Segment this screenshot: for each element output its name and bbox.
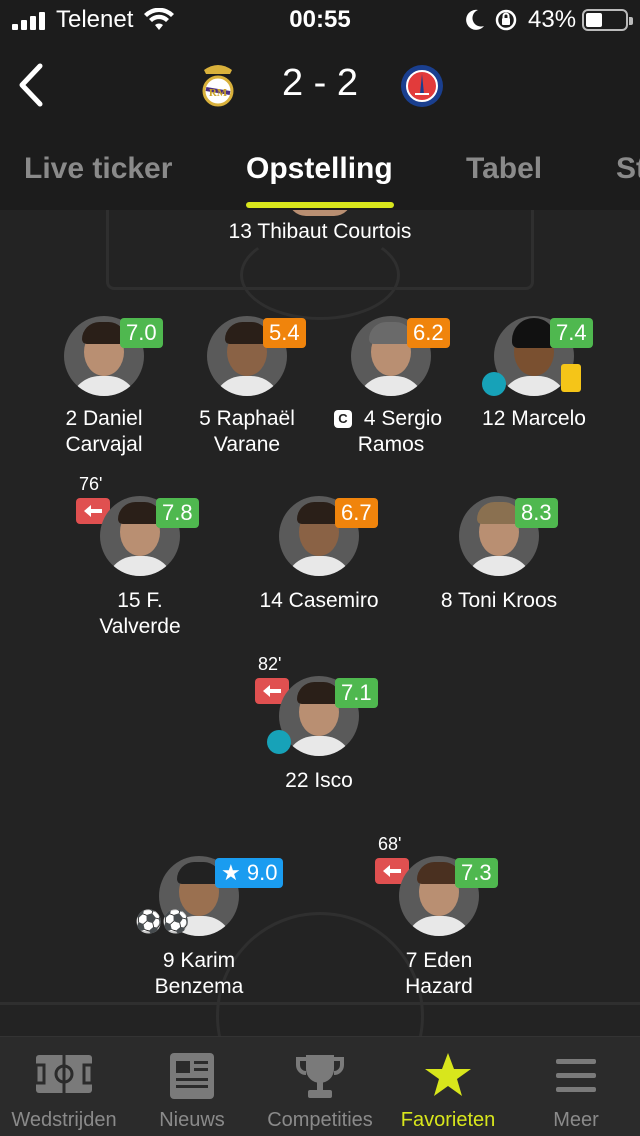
rating-badge: 7.3 <box>455 858 498 888</box>
halfway-line <box>0 1002 640 1005</box>
nav-competities[interactable]: Competities <box>256 1037 384 1136</box>
nav-wedstrijden[interactable]: Wedstrijden <box>0 1037 128 1136</box>
player-name: 15 F. <box>117 589 163 612</box>
status-bar: Telenet 00:55 43% <box>0 0 640 40</box>
assist-boot-icon <box>482 372 506 396</box>
rating-badge: ★ 9.0 <box>215 858 284 888</box>
substitution-minute: 82' <box>258 654 282 674</box>
match-header: RM 2 - 2 <box>0 40 640 140</box>
player-name: 22 Isco <box>285 769 353 792</box>
player-valverde[interactable]: 76' 7.8 15 F. Valverde <box>55 474 225 638</box>
player-name: Hazard <box>405 975 473 998</box>
rating-badge: 8.3 <box>515 498 558 528</box>
assist-boot-icon <box>267 730 291 754</box>
nav-label: Favorieten <box>400 1109 496 1131</box>
nav-nieuws[interactable]: Nieuws <box>128 1037 256 1136</box>
do-not-disturb-icon <box>466 9 484 30</box>
battery-percentage: 43% <box>528 6 577 33</box>
player-benzema[interactable]: ★ 9.0 ⚽⚽ 9 Karim Benzema <box>114 834 284 998</box>
psg-crest-icon[interactable] <box>400 64 444 108</box>
player-name: 14 Casemiro <box>259 589 379 612</box>
substitution-minute: 68' <box>378 834 402 854</box>
trophy-icon <box>296 1055 344 1098</box>
nav-favorieten[interactable]: Favorieten <box>384 1037 512 1136</box>
nav-label: Nieuws <box>159 1109 225 1131</box>
player-marcelo[interactable]: 7.4 12 Marcelo <box>449 316 619 456</box>
bottom-navigation: Wedstrijden Nieuws Competities Favoriete… <box>0 1036 640 1136</box>
rating-badge: 7.8 <box>156 498 199 528</box>
match-score: 2 - 2 <box>281 62 359 104</box>
menu-icon <box>556 1059 596 1092</box>
back-arrow-icon[interactable] <box>14 62 54 108</box>
star-icon: ★ <box>221 860 241 885</box>
svg-text:RM: RM <box>209 87 228 99</box>
rating-badge: 7.1 <box>335 678 378 708</box>
player-name: Benzema <box>154 975 244 998</box>
player-isco[interactable]: 82' 7.1 22 Isco <box>234 654 404 794</box>
player-name: 12 Marcelo <box>482 407 586 430</box>
rating-badge: 6.7 <box>335 498 378 528</box>
pitch-icon <box>34 1055 94 1093</box>
active-tab-indicator <box>246 202 394 208</box>
real-madrid-crest-icon[interactable]: RM <box>200 62 236 108</box>
player-name: Valverde <box>99 615 181 638</box>
nav-label: Competities <box>267 1109 373 1131</box>
rating-badge: 6.2 <box>407 318 450 348</box>
rating-badge: 7.0 <box>120 318 163 348</box>
battery-icon <box>582 9 633 31</box>
nav-label: Meer <box>553 1109 599 1131</box>
tab-tabel[interactable]: Tabel <box>466 152 542 186</box>
lineup-pitch: 13 Thibaut Courtois 7.0 2 Daniel Carvaja… <box>0 210 640 1036</box>
tab-statistics[interactable]: St <box>616 152 640 186</box>
player-casemiro[interactable]: 6.7 14 Casemiro <box>234 474 404 614</box>
substitution-minute: 76' <box>79 474 103 494</box>
yellow-card-icon <box>561 364 581 392</box>
nav-meer[interactable]: Meer <box>512 1037 640 1136</box>
player-name: 7 Eden <box>405 949 473 972</box>
tab-bar: Live ticker Opstelling Tabel St <box>0 140 640 210</box>
tab-opstelling[interactable]: Opstelling <box>246 152 393 186</box>
player-hazard[interactable]: 68' 7.3 7 Eden Hazard <box>354 834 524 998</box>
goalkeeper-name[interactable]: 13 Thibaut Courtois <box>120 220 520 244</box>
rating-badge: 5.4 <box>263 318 306 348</box>
rotation-lock-icon <box>495 9 517 31</box>
player-kroos[interactable]: 8.3 8 Toni Kroos <box>414 474 584 614</box>
tab-live-ticker[interactable]: Live ticker <box>24 152 172 186</box>
player-name: 9 Karim <box>162 949 236 972</box>
newspaper-icon <box>170 1053 214 1099</box>
player-name: 8 Toni Kroos <box>440 589 558 612</box>
two-goals-icon: ⚽⚽ <box>135 909 190 934</box>
rating-badge: 7.4 <box>550 318 593 348</box>
star-icon <box>425 1053 471 1096</box>
